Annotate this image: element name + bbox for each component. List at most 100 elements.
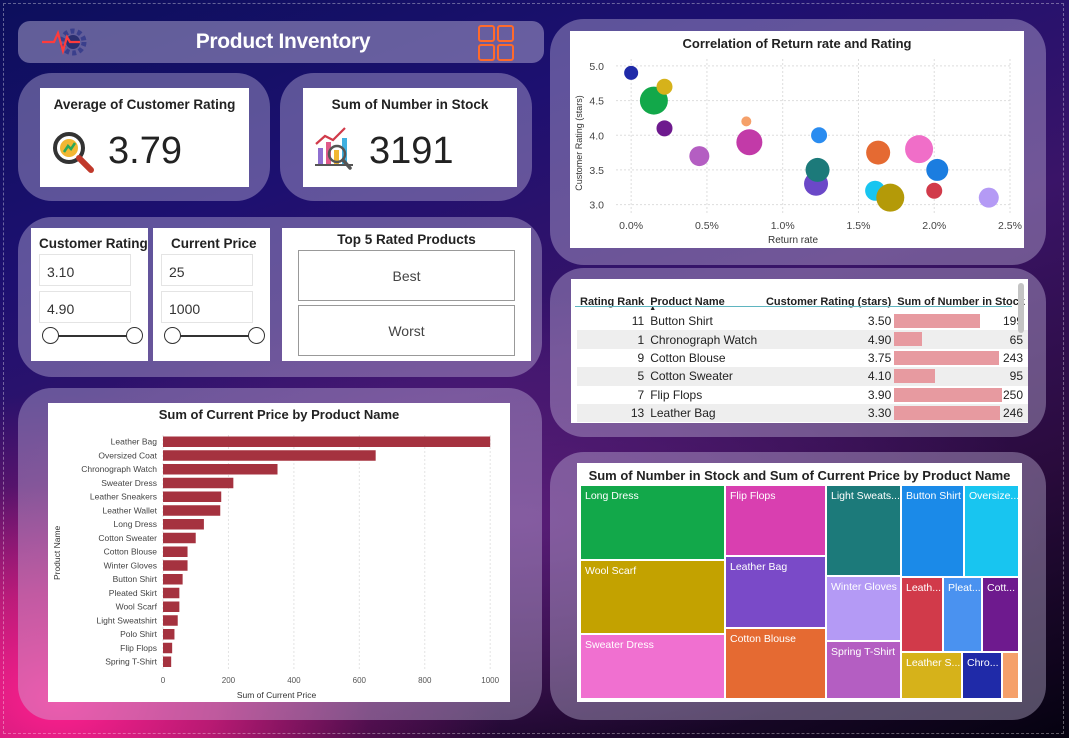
table-row[interactable]: 5 Cotton Sweater 4.10 95 (577, 367, 1028, 386)
bar-mark[interactable] (163, 436, 491, 448)
rating-min-input[interactable]: 3.10 (39, 254, 131, 286)
kpi-rating-value: 3.79 (108, 130, 182, 172)
worst-button[interactable]: Worst (298, 305, 515, 356)
kpi-stock-card: Sum of Number in Stock 3191 (303, 88, 517, 187)
stock-data-bar (894, 405, 1001, 420)
bar-category-label: Light Sweatshirt (97, 615, 158, 625)
table-row[interactable]: 11 Button Shirt 3.50 199 (577, 312, 1028, 330)
bar-mark[interactable] (163, 464, 278, 475)
cell-rating: 4.10 (762, 367, 895, 386)
price-max-input[interactable]: 1000 (161, 291, 253, 323)
treemap-tile[interactable]: Flip Flops (725, 485, 826, 556)
treemap-tile[interactable]: Oversize... (964, 485, 1019, 577)
stock-value: 95 (1009, 369, 1023, 384)
bar-mark[interactable] (163, 450, 376, 461)
table-row[interactable]: 9 Cotton Blouse 3.75 243 (577, 349, 1028, 367)
scatter-x-tick: 2.5% (998, 220, 1022, 232)
treemap-tile[interactable]: Leather Bag (725, 556, 826, 628)
scatter-point[interactable] (866, 140, 891, 165)
scatter-x-tick: 0.0% (619, 220, 643, 232)
best-button[interactable]: Best (298, 250, 515, 301)
treemap-tile[interactable]: Cotton Blouse (725, 628, 826, 699)
price-min-input[interactable]: 25 (161, 254, 253, 286)
bar-mark[interactable] (163, 546, 188, 558)
bar-card: Sum of Current Price by Product Name 0 20… (48, 403, 510, 702)
bar-mark[interactable] (163, 615, 178, 626)
treemap-tile[interactable]: Cott... (982, 577, 1019, 652)
treemap-tile[interactable]: Light Sweats... (826, 485, 901, 576)
bar-category-label: Polo Shirt (120, 629, 157, 639)
scatter-point[interactable] (736, 129, 763, 156)
bar-mark[interactable] (163, 505, 221, 516)
treemap-tile[interactable] (1002, 652, 1019, 699)
kpi-stock-label: Sum of Number in Stock (331, 97, 489, 112)
scatter-point[interactable] (905, 135, 934, 164)
bar-mark[interactable] (163, 491, 222, 503)
rating-slider-min-handle[interactable] (42, 327, 59, 344)
scatter-point[interactable] (926, 182, 943, 199)
price-slider-min-handle[interactable] (164, 327, 181, 344)
scatter-y-tick: 3.5 (589, 165, 604, 177)
bar-x-tick: 800 (418, 676, 432, 685)
treemap-tile[interactable]: Chro... (962, 652, 1002, 699)
stock-value: 243 (1002, 350, 1023, 365)
treemap-tile[interactable]: Winter Gloves (826, 576, 901, 641)
scatter-point[interactable] (656, 120, 673, 137)
treemap-tile[interactable]: Leather S... (901, 652, 962, 699)
treemap-tile[interactable]: Leath... (901, 577, 943, 652)
bar-mark[interactable] (163, 560, 188, 571)
stock-data-bar (894, 314, 981, 328)
stock-data-bar (894, 387, 1003, 402)
bar-mark[interactable] (163, 656, 172, 668)
treemap-tile[interactable]: Wool Scarf (580, 560, 725, 634)
rating-max-input[interactable]: 4.90 (39, 291, 131, 323)
bar-mark[interactable] (163, 587, 180, 599)
treemap-tile[interactable]: Long Dress (580, 485, 725, 560)
table-row[interactable]: 1 Chronograph Watch 4.90 65 (577, 330, 1028, 349)
table-card: Rating Rank Product Name ▲ Customer Rati… (571, 279, 1028, 423)
cell-rank: 7 (637, 387, 645, 402)
col-rating-rank[interactable]: Rating Rank (577, 292, 647, 312)
bar-mark[interactable] (163, 519, 204, 530)
bar-x-tick: 600 (353, 676, 367, 685)
col-customer-rating[interactable]: Customer Rating (stars) (763, 292, 894, 312)
bar-mark[interactable] (163, 642, 173, 654)
treemap-tile[interactable]: Button Shirt (901, 485, 964, 577)
scatter-point[interactable] (926, 158, 949, 181)
bar-mark[interactable] (163, 629, 175, 640)
table-row[interactable]: 13 Leather Bag 3.30 246 (577, 403, 1028, 423)
bar-mark[interactable] (163, 532, 196, 544)
scatter-point[interactable] (805, 157, 830, 182)
col-product-name[interactable]: Product Name ▲ (647, 292, 763, 312)
bar-category-label: Wool Scarf (116, 602, 158, 612)
bar-category-label: Long Dress (114, 519, 157, 529)
scatter-point[interactable] (978, 187, 999, 208)
scatter-point[interactable] (741, 116, 752, 127)
treemap-tile[interactable]: Sweater Dress (580, 634, 725, 699)
scatter-point[interactable] (876, 183, 905, 212)
scatter-point[interactable] (624, 65, 639, 80)
col-stock[interactable]: Sum of Number in Stock (894, 292, 1028, 312)
scatter-point[interactable] (656, 78, 673, 95)
treemap-chart[interactable]: Long Dress Wool Scarf Sweater Dress Flip Fl… (577, 463, 1022, 702)
scatter-chart[interactable]: 0.0% 0.5% 1.0% 1.5% 2.0% 2.5% 3.0 3.5 4.0 4.5 5.0 R… (570, 31, 1024, 248)
price-bar-chart[interactable]: 0 200 400 600 800 1000 Leather Bag Oversized Co… (48, 403, 510, 702)
bar-mark[interactable] (163, 574, 183, 585)
treemap-tile[interactable]: Pleat... (943, 577, 982, 652)
table-row[interactable]: 7 Flip Flops 3.90 250 (577, 386, 1028, 404)
bar-mark[interactable] (163, 601, 180, 613)
treemap-tile[interactable]: Spring T-Shirt (826, 641, 901, 699)
grid-icon[interactable] (478, 25, 514, 61)
scatter-point[interactable] (689, 146, 710, 167)
table-scrollbar[interactable] (1018, 283, 1024, 333)
bar-category-label: Flip Flops (120, 643, 157, 653)
stock-data-bar (894, 350, 1000, 365)
scatter-y-tick: 3.0 (589, 200, 604, 212)
cell-rating: 3.50 (867, 314, 892, 329)
treemap-card: Sum of Number in Stock and Sum of Curren… (577, 463, 1022, 702)
price-slider-max-handle[interactable] (248, 327, 265, 344)
bar-category-label: Oversized Coat (98, 450, 157, 460)
bar-mark[interactable] (163, 477, 234, 489)
scatter-point[interactable] (811, 127, 828, 144)
rating-slider-max-handle[interactable] (126, 327, 143, 344)
